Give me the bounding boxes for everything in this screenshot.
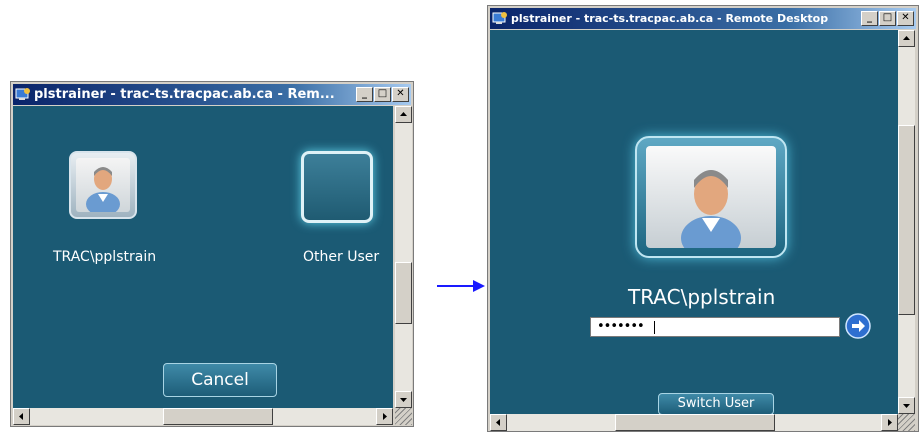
scroll-down-button[interactable] (395, 391, 412, 408)
minimize-button[interactable]: _ (861, 11, 878, 26)
password-value: ••••••• (597, 319, 645, 334)
right-logon-screen: TRAC\pplstrain ••••••• Switch User (490, 30, 898, 414)
right-horizontal-scrollbar[interactable] (490, 414, 898, 431)
password-field[interactable]: ••••••• (590, 317, 840, 337)
other-user-tile[interactable] (301, 151, 373, 223)
remote-desktop-icon (492, 11, 508, 26)
go-arrow-icon (845, 313, 871, 339)
switch-user-button[interactable]: Switch User (658, 393, 774, 414)
left-title-bar[interactable]: plstrainer - trac-ts.tracpac.ab.ca - Rem… (13, 84, 411, 105)
transition-arrow-icon (437, 278, 487, 294)
minimize-button[interactable]: _ (356, 87, 373, 102)
right-vertical-scrollbar[interactable] (898, 30, 915, 414)
user-avatar-icon (646, 146, 776, 260)
right-title-bar[interactable]: plstrainer - trac-ts.tracpac.ab.ca - Rem… (490, 8, 916, 29)
scroll-thumb[interactable] (898, 125, 915, 315)
scroll-up-button[interactable] (898, 30, 915, 47)
close-button[interactable]: ✕ (897, 11, 914, 26)
scroll-right-button[interactable] (881, 414, 898, 431)
user-tile-label: TRAC\pplstrain (53, 249, 157, 265)
remote-desktop-icon (15, 87, 31, 102)
maximize-button[interactable]: □ (879, 11, 896, 26)
scroll-left-button[interactable] (490, 414, 507, 431)
scroll-up-button[interactable] (395, 106, 412, 123)
user-avatar-icon (76, 158, 130, 216)
resize-grip[interactable] (898, 414, 915, 431)
scroll-left-button[interactable] (13, 408, 30, 425)
other-user-label: Other User (303, 249, 380, 265)
user-tile-large (635, 136, 787, 260)
right-remote-desktop-window: plstrainer - trac-ts.tracpac.ab.ca - Rem… (487, 5, 919, 432)
scroll-thumb[interactable] (395, 262, 412, 324)
left-remote-desktop-window: plstrainer - trac-ts.tracpac.ab.ca - Rem… (10, 81, 414, 427)
text-cursor (654, 321, 655, 334)
scroll-right-button[interactable] (376, 408, 393, 425)
scroll-down-button[interactable] (898, 397, 915, 414)
resize-grip[interactable] (395, 408, 412, 425)
submit-arrow-button[interactable] (845, 313, 871, 339)
username-label: TRAC\pplstrain (628, 285, 776, 309)
left-horizontal-scrollbar[interactable] (13, 408, 393, 425)
cancel-button[interactable]: Cancel (163, 363, 277, 397)
user-tile[interactable] (69, 151, 137, 219)
maximize-button[interactable]: □ (374, 87, 391, 102)
left-window-title: plstrainer - trac-ts.tracpac.ab.ca - Rem… (34, 87, 335, 102)
right-window-title: plstrainer - trac-ts.tracpac.ab.ca - Rem… (511, 12, 829, 25)
left-logon-screen: TRAC\pplstrain Other User Cancel (13, 106, 393, 408)
left-vertical-scrollbar[interactable] (395, 106, 412, 408)
close-button[interactable]: ✕ (392, 87, 409, 102)
horizontal-scroll-thumb[interactable] (615, 414, 775, 431)
horizontal-scroll-thumb[interactable] (163, 408, 273, 425)
